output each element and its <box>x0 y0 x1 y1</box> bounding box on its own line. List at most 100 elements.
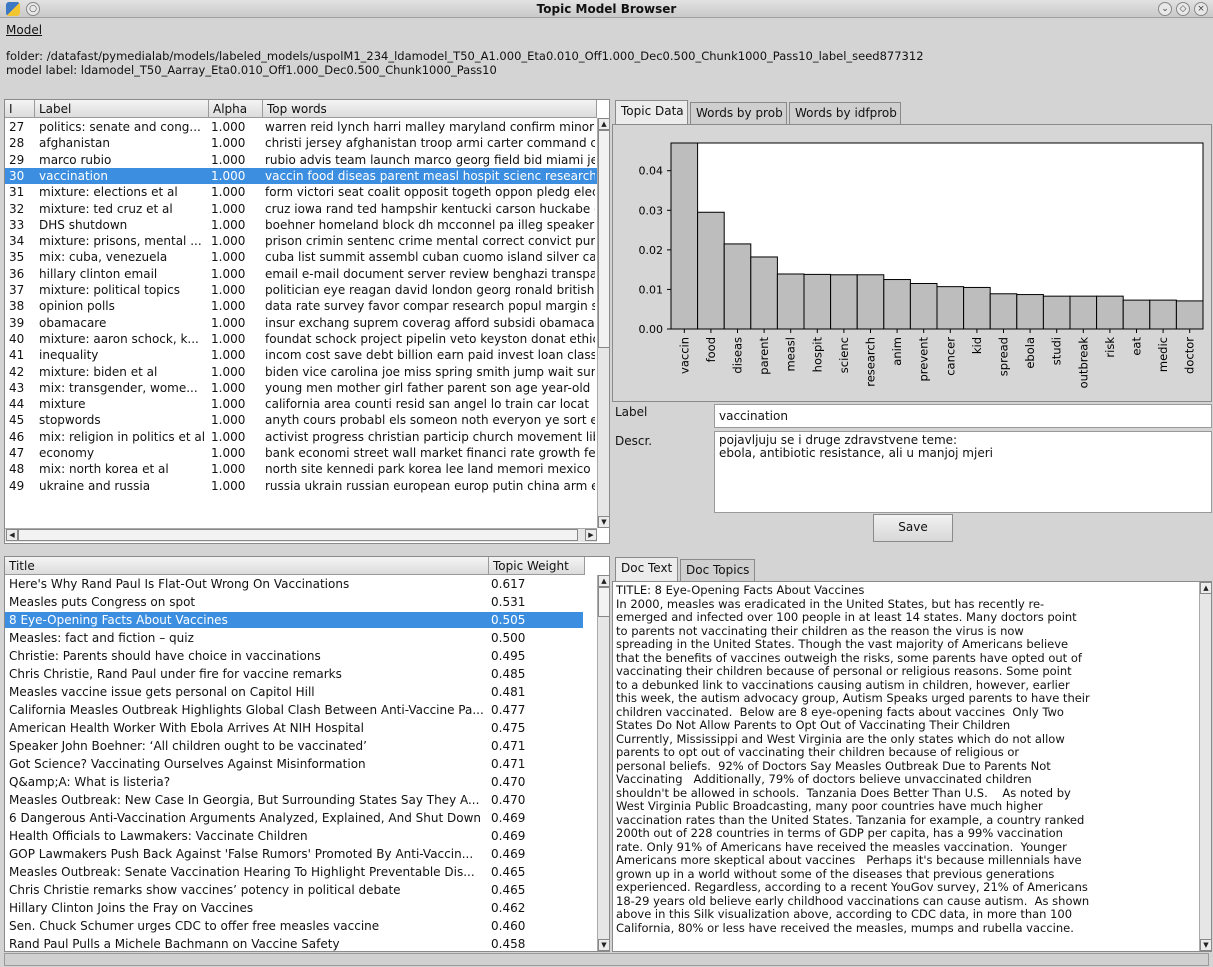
document-row[interactable]: Rand Paul Pulls a Michele Bachmann on Va… <box>5 936 583 951</box>
topic-cell-label: mixture: elections et al <box>39 185 178 200</box>
topic-row[interactable]: 27 politics: senate and cong... 1.000 warre… <box>5 119 597 135</box>
document-title: Health Officials to Lawmakers: Vaccinate… <box>9 829 308 843</box>
close-icon[interactable]: × <box>1194 2 1208 16</box>
topic-cell-alpha: 1.000 <box>211 462 246 477</box>
topic-row[interactable]: 42 mixture: biden et al 1.000 biden vice ca… <box>5 364 597 380</box>
document-row[interactable]: Measles: fact and fiction – quiz 0.500 <box>5 630 583 646</box>
document-row[interactable]: Hillary Clinton Joins the Fray on Vaccin… <box>5 900 583 916</box>
topics-horizontal-scrollbar[interactable]: ◀ ▶ <box>5 528 597 542</box>
document-row[interactable]: Christie: Parents should have choice in … <box>5 648 583 664</box>
document-row[interactable]: Measles vaccine issue gets personal on C… <box>5 684 583 700</box>
topic-cell-alpha: 1.000 <box>211 299 246 314</box>
doc-text[interactable]: TITLE: 8 Eye-Opening Facts About Vaccine… <box>613 582 1199 951</box>
tab-topic-data[interactable]: Topic Data <box>615 100 688 124</box>
col-header-alpha[interactable]: Alpha <box>209 100 263 118</box>
tab-words-by-prob[interactable]: Words by prob <box>690 102 787 124</box>
document-row[interactable]: Here's Why Rand Paul Is Flat-Out Wrong O… <box>5 576 583 592</box>
document-row[interactable]: Measles Outbreak: New Case In Georgia, B… <box>5 792 583 808</box>
col-header-top-words[interactable]: Top words <box>263 100 597 118</box>
topic-cell-alpha: 1.000 <box>211 380 246 395</box>
document-row[interactable]: Sen. Chuck Schumer urges CDC to offer fr… <box>5 918 583 934</box>
label-field[interactable]: vaccination <box>714 404 1212 428</box>
document-row[interactable]: Chris Christie remarks show vaccines’ po… <box>5 882 583 898</box>
doc-scroll-down-icon[interactable]: ▼ <box>598 939 609 951</box>
topic-row[interactable]: 48 mix: north korea et al 1.000 north site … <box>5 461 597 477</box>
h-scroll-thumb[interactable] <box>18 529 578 541</box>
topic-cell-alpha: 1.000 <box>211 315 246 330</box>
topic-row[interactable]: 30 vaccination 1.000 vaccin food diseas par… <box>5 167 597 184</box>
description-field[interactable]: pojavljuju se i druge zdravstvene teme: … <box>714 431 1212 513</box>
topic-cell-id: 33 <box>9 217 25 232</box>
minimize-icon[interactable]: ⌄ <box>1158 2 1172 16</box>
scroll-down-icon[interactable]: ▼ <box>598 516 609 528</box>
topic-row[interactable]: 29 marco rubio 1.000 rubio advis team launc… <box>5 152 597 168</box>
document-title: Speaker John Boehner: ‘All children ough… <box>9 739 367 753</box>
topic-row[interactable]: 32 mixture: ted cruz et al 1.000 cruz iowa … <box>5 201 597 217</box>
topic-cell-alpha: 1.000 <box>211 201 246 216</box>
topic-row[interactable]: 37 mixture: political topics 1.000 politici… <box>5 282 597 298</box>
document-row[interactable]: California Measles Outbreak Highlights G… <box>5 702 583 718</box>
document-row[interactable]: GOP Lawmakers Push Back Against 'False R… <box>5 846 583 862</box>
topic-cell-id: 41 <box>9 348 25 363</box>
topic-cell-id: 31 <box>9 185 25 200</box>
document-title: Measles puts Congress on spot <box>9 595 196 609</box>
tab-doc-text[interactable]: Doc Text <box>615 557 678 581</box>
topic-row[interactable]: 28 afghanistan 1.000 christi jersey afghani… <box>5 135 597 151</box>
topic-row[interactable]: 46 mix: religion in politics et al 1.000 ac… <box>5 429 597 445</box>
menu-model[interactable]: Model <box>6 23 42 37</box>
document-row[interactable]: Health Officials to Lawmakers: Vaccinate… <box>5 828 583 844</box>
topic-row[interactable]: 40 mixture: aaron schock, k... 1.000 founda… <box>5 331 597 347</box>
maximize-icon[interactable]: ◇ <box>1176 2 1190 16</box>
text-scroll-up-icon[interactable]: ▲ <box>1200 582 1211 594</box>
topic-row[interactable]: 38 opinion polls 1.000 data rate survey fav… <box>5 298 597 314</box>
topic-row[interactable]: 44 mixture 1.000 california area counti res… <box>5 396 597 412</box>
topic-row[interactable]: 33 DHS shutdown 1.000 boehner homeland bloc… <box>5 217 597 233</box>
topic-row[interactable]: 41 inequality 1.000 incom cost save debt bi… <box>5 347 597 363</box>
topic-row[interactable]: 43 mix: transgender, wome... 1.000 young me… <box>5 380 597 396</box>
document-row[interactable]: 8 Eye-Opening Facts About Vaccines 0.505 <box>5 612 583 628</box>
document-row[interactable]: Q&amp;A: What is listeria? 0.470 <box>5 774 583 790</box>
scroll-right-icon[interactable]: ▶ <box>585 529 597 541</box>
col-header-index[interactable]: I <box>5 100 35 118</box>
scroll-thumb[interactable] <box>598 130 609 348</box>
col-header-label[interactable]: Label <box>35 100 209 118</box>
topic-row[interactable]: 49 ukraine and russia 1.000 russia ukrain r… <box>5 478 597 494</box>
topic-row[interactable]: 34 mixture: prisons, mental ... 1.000 priso… <box>5 233 597 249</box>
document-row[interactable]: Got Science? Vaccinating Ourselves Again… <box>5 756 583 772</box>
topic-cell-label: marco rubio <box>39 152 112 167</box>
document-weight: 0.470 <box>491 775 526 789</box>
save-button[interactable]: Save <box>873 514 953 542</box>
document-row[interactable]: Speaker John Boehner: ‘All children ough… <box>5 738 583 754</box>
doc-text-scrollbar[interactable]: ▲ ▼ <box>1199 582 1211 951</box>
scroll-up-icon[interactable]: ▲ <box>598 118 609 130</box>
topic-cell-words: incom cost save debt billion earn paid i… <box>265 348 595 363</box>
document-row[interactable]: Measles Outbreak: Senate Vaccination Hea… <box>5 864 583 880</box>
doc-scroll-up-icon[interactable]: ▲ <box>598 575 609 587</box>
chart-bar <box>1069 295 1098 330</box>
document-row[interactable]: American Health Worker With Ebola Arrive… <box>5 720 583 736</box>
topic-row[interactable]: 45 stopwords 1.000 anyth cours probabl els … <box>5 412 597 428</box>
document-weight: 0.458 <box>491 937 526 951</box>
topic-row[interactable]: 31 mixture: elections et al 1.000 form vict… <box>5 184 597 200</box>
document-row[interactable]: 6 Dangerous Anti-Vaccination Arguments A… <box>5 810 583 826</box>
x-tick-label: prevent <box>917 337 931 382</box>
tab-words-by-idfprob[interactable]: Words by idfprob <box>789 102 901 124</box>
col-header-topic-weight[interactable]: Topic Weight <box>489 557 585 575</box>
topic-row[interactable]: 39 obamacare 1.000 insur exchang suprem cov… <box>5 315 597 331</box>
scroll-left-icon[interactable]: ◀ <box>6 529 18 541</box>
documents-vertical-scrollbar[interactable]: ▲ ▼ <box>597 575 609 951</box>
tab-doc-topics[interactable]: Doc Topics <box>680 559 755 581</box>
topic-row[interactable]: 35 mix: cuba, venezuela 1.000 cuba list sum… <box>5 249 597 265</box>
document-weight: 0.465 <box>491 883 526 897</box>
topic-cell-label: mixture: political topics <box>39 283 180 297</box>
topic-cell-label: mixture: biden et al <box>39 364 158 379</box>
text-scroll-down-icon[interactable]: ▼ <box>1200 939 1211 951</box>
document-row[interactable]: Measles puts Congress on spot 0.531 <box>5 594 583 610</box>
topic-row[interactable]: 36 hillary clinton email 1.000 email e-mail… <box>5 266 597 282</box>
topics-vertical-scrollbar[interactable]: ▲ ▼ <box>597 118 609 528</box>
col-header-title[interactable]: Title <box>5 557 489 575</box>
document-row[interactable]: Chris Christie, Rand Paul under fire for… <box>5 666 583 682</box>
topic-row[interactable]: 47 economy 1.000 bank economi street wall m… <box>5 445 597 461</box>
doc-scroll-thumb[interactable] <box>598 587 609 617</box>
chart-bar <box>883 279 911 330</box>
